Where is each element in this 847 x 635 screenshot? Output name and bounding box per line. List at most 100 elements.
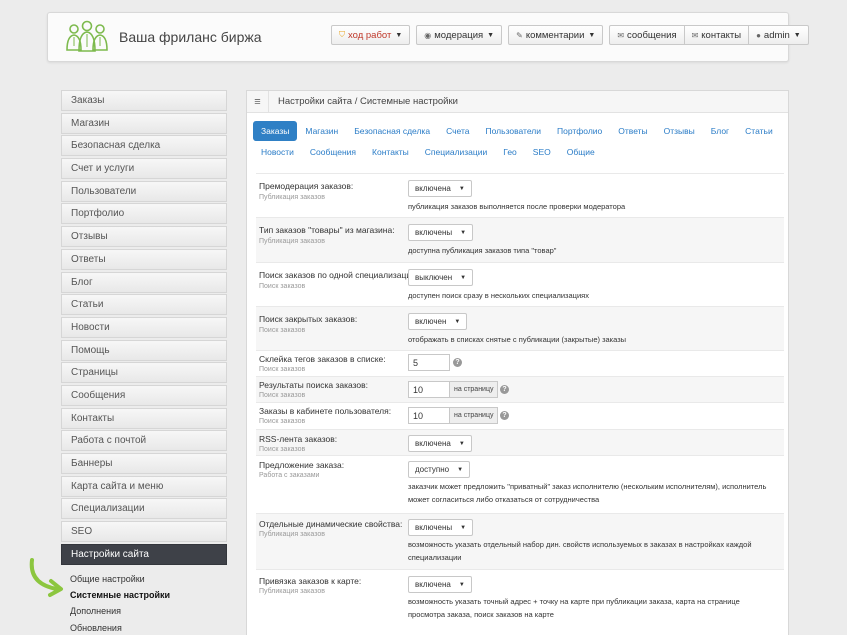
setting-label: Отдельные динамические свойства: bbox=[259, 519, 403, 529]
subnav-system-settings[interactable]: Системные настройки bbox=[70, 587, 227, 603]
setting-label: RSS-лента заказов: bbox=[259, 434, 338, 444]
hamburger-menu-icon[interactable]: ≡ bbox=[247, 90, 269, 113]
tab-articles[interactable]: Статьи bbox=[737, 121, 781, 141]
help-icon[interactable]: ? bbox=[500, 411, 509, 420]
setting-select[interactable]: доступно ▼ bbox=[408, 461, 471, 478]
sidebar-item-specializations[interactable]: Специализации bbox=[61, 498, 227, 520]
setting-select[interactable]: включены ▼ bbox=[408, 224, 474, 241]
chevron-down-icon: ▼ bbox=[588, 31, 596, 39]
chevron-down-icon: ▼ bbox=[460, 229, 467, 236]
sidebar-item-banners[interactable]: Баннеры bbox=[61, 453, 227, 474]
sidebar-item-users[interactable]: Пользователи bbox=[61, 180, 227, 202]
tab-seo[interactable]: SEO bbox=[525, 142, 559, 162]
setting-label: Привязка заказов к карте: bbox=[259, 576, 362, 586]
tags-count-input[interactable]: 5 bbox=[408, 354, 450, 371]
chevron-down-icon: ▼ bbox=[460, 524, 467, 531]
sidebar-item-bills[interactable]: Счет и услуги bbox=[61, 158, 227, 180]
sidebar-item-shop[interactable]: Магазин bbox=[61, 112, 227, 134]
sidebar-item-messages[interactable]: Сообщения bbox=[61, 384, 227, 406]
sidebar-item-portfolio[interactable]: Портфолио bbox=[61, 203, 227, 225]
sidebar-item-seo[interactable]: SEO bbox=[61, 521, 227, 543]
contacts-button[interactable]: ✉ контакты bbox=[683, 25, 750, 45]
chevron-down-icon: ▼ bbox=[458, 440, 465, 447]
moderation-button[interactable]: ◉ модерация ▼ bbox=[416, 25, 503, 45]
setting-description: публикация заказов выполняется после про… bbox=[408, 202, 626, 211]
tab-messages[interactable]: Сообщения bbox=[302, 142, 364, 162]
site-name[interactable]: Ваша фриланс биржа bbox=[119, 29, 262, 45]
setting-label: Премодерация заказов: bbox=[259, 181, 354, 191]
setting-description: возможность указать отдельный набор дин.… bbox=[408, 540, 752, 562]
tab-geo[interactable]: Гео bbox=[495, 142, 525, 162]
comments-button[interactable]: ✎ комментарии ▼ bbox=[508, 25, 604, 45]
help-icon[interactable]: ? bbox=[500, 385, 509, 394]
search-per-page-input[interactable]: 10 bbox=[408, 381, 450, 398]
contacts-icon: ✉ bbox=[691, 30, 699, 40]
sidebar-item-mail[interactable]: Работа с почтой bbox=[61, 430, 227, 452]
setting-hint: Поиск заказов bbox=[259, 446, 306, 453]
tab-bills[interactable]: Счета bbox=[438, 121, 477, 141]
sidebar-item-reviews[interactable]: Отзывы bbox=[61, 226, 227, 248]
tab-news[interactable]: Новости bbox=[253, 142, 302, 162]
tab-general[interactable]: Общие bbox=[559, 142, 603, 162]
setting-hint: Публикация заказов bbox=[259, 588, 325, 595]
sidebar-item-news[interactable]: Новости bbox=[61, 316, 227, 338]
messages-button[interactable]: ✉ сообщения bbox=[609, 25, 685, 45]
setting-label: Тип заказов "товары" из магазина: bbox=[259, 225, 395, 235]
sidebar-item-safe-deal[interactable]: Безопасная сделка bbox=[61, 135, 227, 157]
tab-blog[interactable]: Блог bbox=[703, 121, 737, 141]
eye-icon: ◉ bbox=[424, 30, 432, 40]
sidebar-item-blog[interactable]: Блог bbox=[61, 271, 227, 293]
tab-users[interactable]: Пользователи bbox=[478, 121, 549, 141]
setting-hint: Публикация заказов bbox=[259, 531, 325, 538]
setting-description: возможность указать точный адрес + точку… bbox=[408, 597, 740, 619]
work-progress-button[interactable]: ⛉ ход работ ▼ bbox=[331, 25, 411, 45]
chevron-down-icon: ▼ bbox=[458, 581, 465, 588]
setting-select[interactable]: включен ▼ bbox=[408, 313, 468, 330]
sidebar-item-articles[interactable]: Статьи bbox=[61, 294, 227, 316]
chevron-down-icon: ▼ bbox=[454, 318, 461, 325]
setting-label: Заказы в кабинете пользователя: bbox=[259, 406, 392, 416]
subnav-extensions[interactable]: Дополнения bbox=[70, 603, 227, 619]
sidebar-item-site-settings[interactable]: Настройки сайта bbox=[61, 543, 227, 565]
tab-answers[interactable]: Ответы bbox=[610, 121, 655, 141]
tab-safe-deal[interactable]: Безопасная сделка bbox=[346, 121, 438, 141]
setting-hint: Публикация заказов bbox=[259, 194, 325, 201]
sidebar-item-help[interactable]: Помощь bbox=[61, 339, 227, 361]
sidebar-item-orders[interactable]: Заказы bbox=[61, 90, 227, 111]
setting-select[interactable]: включены ▼ bbox=[408, 519, 474, 536]
settings-panel: ≡ Настройки сайта / Системные настройки … bbox=[246, 90, 789, 635]
chevron-down-icon: ▼ bbox=[395, 31, 403, 39]
setting-hint: Поиск заказов bbox=[259, 366, 306, 373]
subnav-general-settings[interactable]: Общие настройки bbox=[70, 571, 227, 587]
setting-row: Заказы в кабинете пользователя: Поиск за… bbox=[256, 402, 784, 429]
chevron-down-icon: ▼ bbox=[460, 274, 467, 281]
sidebar-item-sitemap[interactable]: Карта сайта и меню bbox=[61, 475, 227, 497]
tab-shop[interactable]: Магазин bbox=[297, 121, 346, 141]
sidebar-item-pages[interactable]: Страницы bbox=[61, 362, 227, 384]
setting-row: Премодерация заказов: Публикация заказов… bbox=[256, 173, 784, 217]
top-header: Ваша фриланс биржа ⛉ ход работ ▼ ◉ модер… bbox=[47, 12, 809, 62]
sidebar-item-answers[interactable]: Ответы bbox=[61, 248, 227, 270]
sidebar-item-contacts[interactable]: Контакты bbox=[61, 407, 227, 429]
setting-select[interactable]: включена ▼ bbox=[408, 576, 472, 593]
setting-label: Поиск закрытых заказов: bbox=[259, 314, 358, 324]
pencil-icon: ✎ bbox=[516, 30, 523, 40]
cabinet-per-page-input[interactable]: 10 bbox=[408, 407, 450, 424]
account-button-group: ✉ сообщения ✉ контакты ● admin ▼ bbox=[609, 25, 809, 45]
setting-description: заказчик может предложить "приватный" за… bbox=[408, 482, 767, 504]
tab-specializations[interactable]: Специализации bbox=[417, 142, 496, 162]
setting-row: Предложение заказа: Работа с заказами до… bbox=[256, 455, 784, 513]
setting-hint: Поиск заказов bbox=[259, 392, 306, 399]
tab-portfolio[interactable]: Портфолио bbox=[549, 121, 610, 141]
tab-reviews[interactable]: Отзывы bbox=[656, 121, 703, 141]
tab-contacts[interactable]: Контакты bbox=[364, 142, 417, 162]
tab-orders[interactable]: Заказы bbox=[253, 121, 298, 141]
setting-select[interactable]: включена ▼ bbox=[408, 180, 472, 197]
help-icon[interactable]: ? bbox=[453, 358, 462, 367]
subnav-updates[interactable]: Обновления bbox=[70, 620, 227, 635]
setting-select[interactable]: включена ▼ bbox=[408, 435, 472, 452]
setting-description: отображать в списках снятые с публикации… bbox=[408, 335, 627, 344]
setting-select[interactable]: выключен ▼ bbox=[408, 269, 474, 286]
logo-icon[interactable] bbox=[64, 20, 110, 54]
admin-user-button[interactable]: ● admin ▼ bbox=[748, 25, 809, 45]
